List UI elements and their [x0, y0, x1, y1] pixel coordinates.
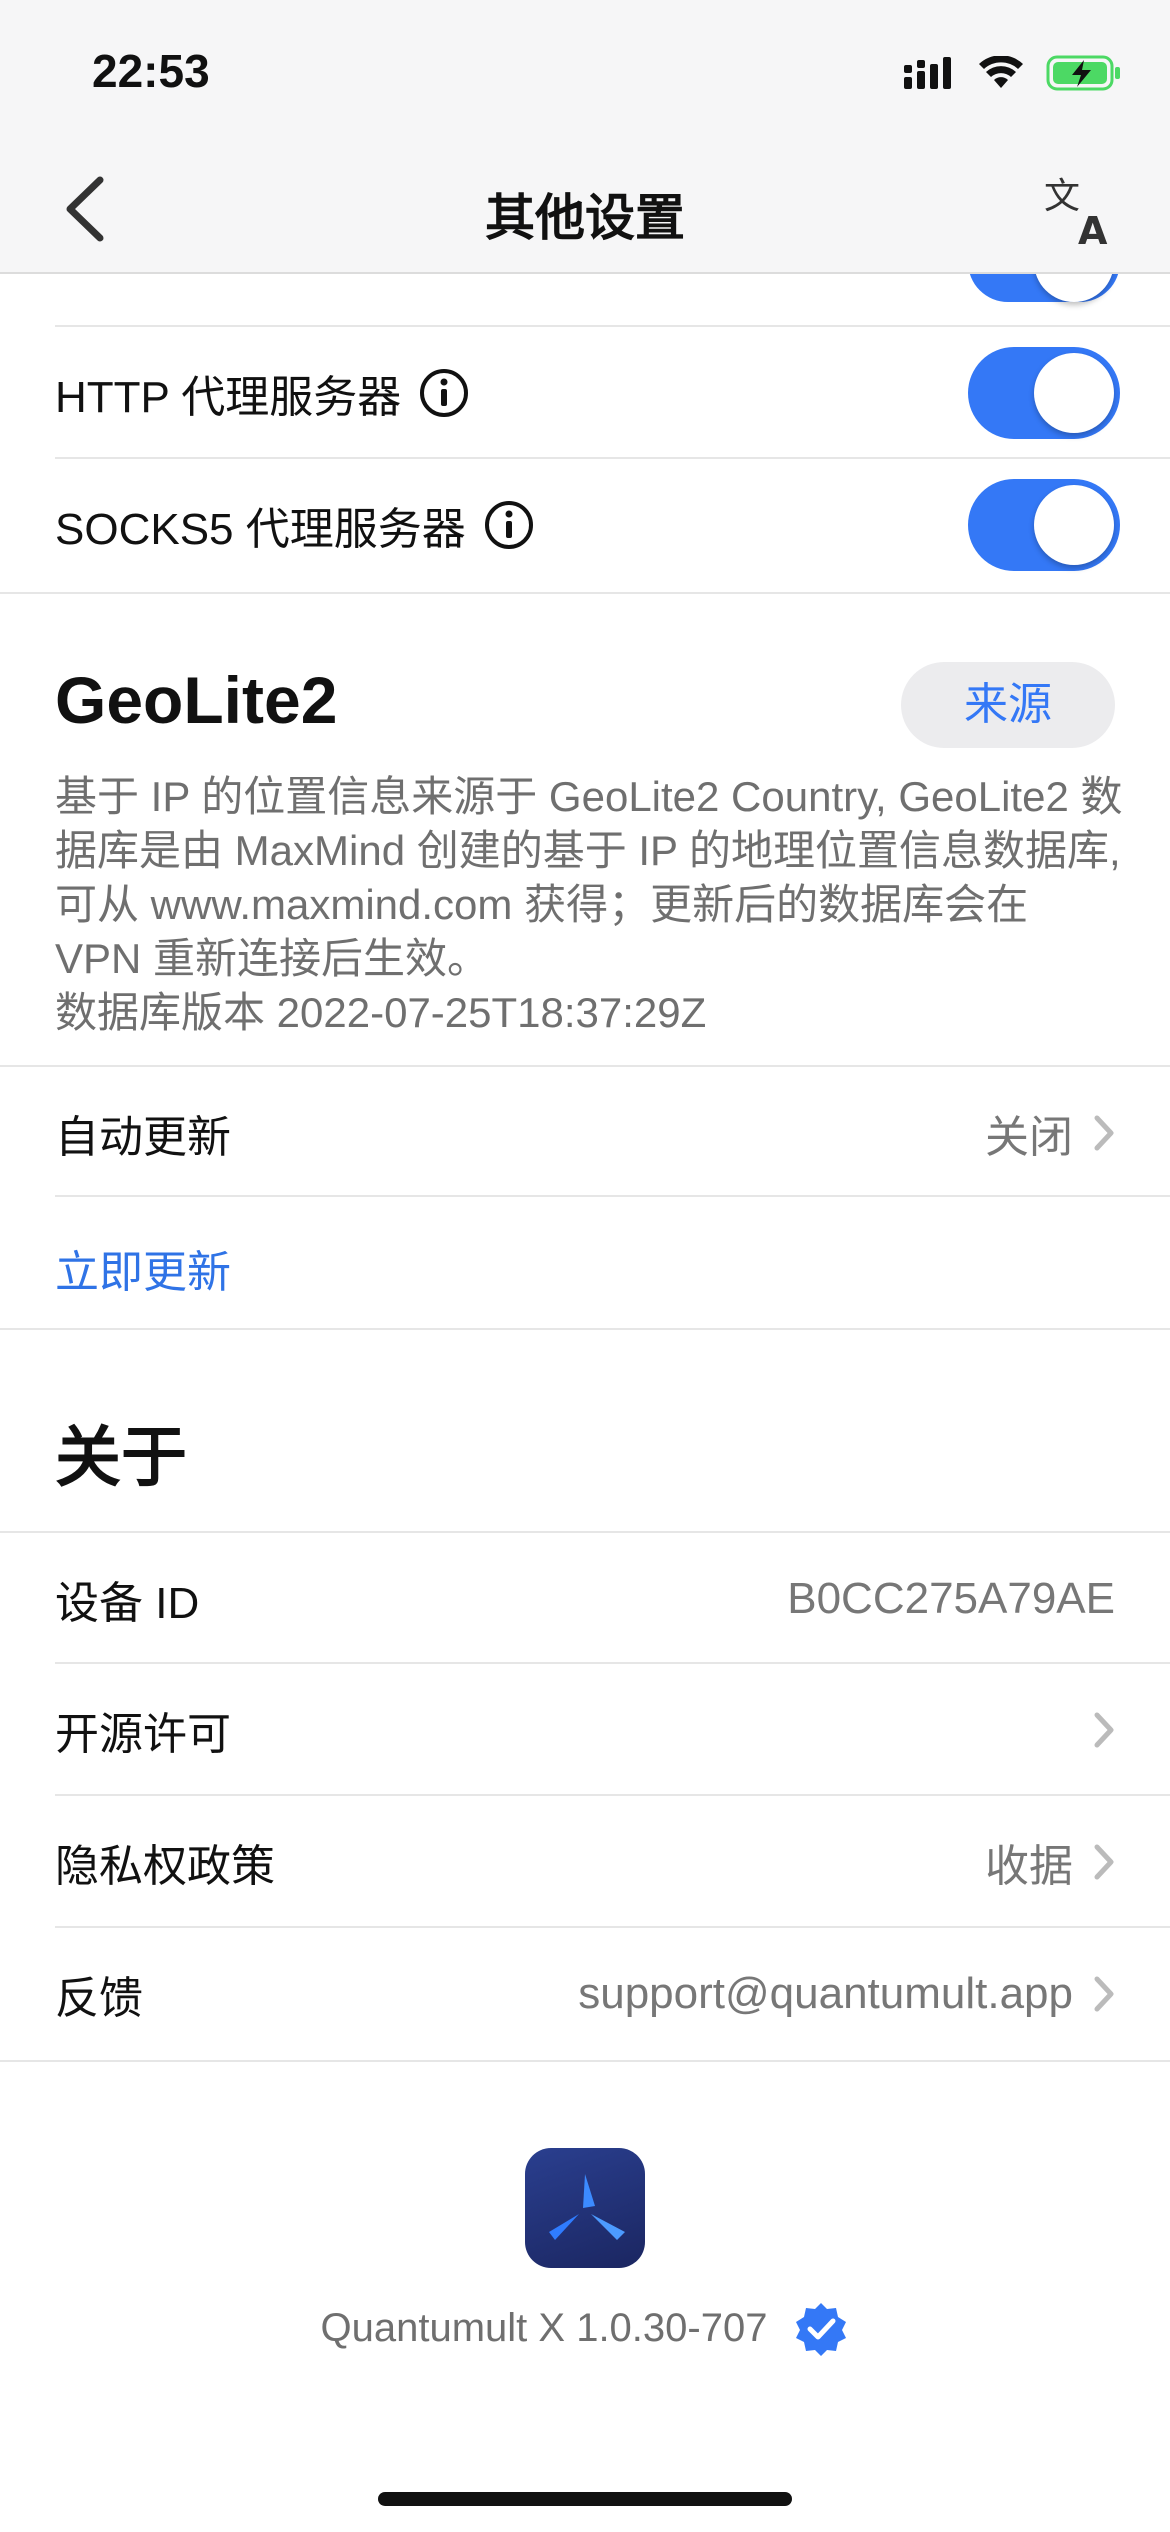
device-id-value: B0CC275A79AE: [787, 1574, 1115, 1623]
status-time: 22:53: [92, 45, 210, 97]
geolite-description: 基于 IP 的位置信息来源于 GeoLite2 Country, GeoLite…: [55, 770, 1125, 1040]
divider: [55, 1195, 1170, 1197]
http-proxy-label: HTTP 代理服务器: [55, 373, 402, 422]
geolite-title: GeoLite2: [55, 663, 338, 737]
page-title: 其他设置: [485, 190, 685, 246]
device-id-row: 设备 ID B0CC275A79AE: [0, 1534, 1170, 1664]
feedback-email: support@quantumult.app: [578, 1969, 1073, 2018]
open-source-row[interactable]: 开源许可: [0, 1665, 1170, 1795]
about-title: 关于: [55, 1420, 187, 1494]
geolite-description-text: 基于 IP 的位置信息来源于 GeoLite2 Country, GeoLite…: [55, 773, 1123, 982]
auto-update-value: 关闭: [985, 1113, 1073, 1162]
auto-update-row[interactable]: 自动更新 关闭: [0, 1068, 1170, 1198]
status-icons: [904, 50, 1122, 96]
feedback-label: 反馈: [55, 1974, 143, 2023]
section-divider: [0, 592, 1170, 594]
translate-icon[interactable]: 文 A: [1042, 172, 1120, 250]
chevron-right-icon: [1094, 1712, 1114, 1748]
privacy-policy-value: 收据: [985, 1842, 1073, 1891]
divider: [55, 1794, 1170, 1796]
quantumult-logo-icon: [549, 2174, 625, 2240]
divider: [0, 1531, 1170, 1533]
navigation-bar: 其他设置 文 A: [0, 150, 1170, 274]
status-bar: 22:53: [0, 0, 1170, 150]
section-divider: [0, 2060, 1170, 2062]
chevron-right-icon: [1094, 1844, 1114, 1880]
svg-text:A: A: [1078, 209, 1108, 250]
privacy-policy-row[interactable]: 隐私权政策 收据: [0, 1797, 1170, 1927]
info-icon[interactable]: [419, 368, 469, 418]
divider: [55, 1926, 1170, 1928]
battery-charging-icon: [1046, 55, 1120, 91]
app-logo: [525, 2148, 645, 2268]
socks5-proxy-toggle[interactable]: [968, 479, 1120, 571]
auto-update-label: 自动更新: [55, 1113, 231, 1162]
divider: [55, 1662, 1170, 1664]
divider: [0, 1065, 1170, 1067]
http-proxy-toggle[interactable]: [968, 347, 1120, 439]
divider: [55, 325, 1170, 327]
geolite-db-version: 数据库版本 2022-07-25T18:37:29Z: [55, 989, 707, 1036]
signal-icon: [904, 57, 951, 89]
home-indicator[interactable]: [378, 2492, 792, 2506]
update-now-link[interactable]: 立即更新: [55, 1236, 231, 1300]
app-version: Quantumult X 1.0.30-707: [320, 2305, 768, 2350]
privacy-policy-label: 隐私权政策: [55, 1842, 275, 1891]
socks5-proxy-label: SOCKS5 代理服务器: [55, 505, 466, 554]
info-icon[interactable]: [484, 500, 534, 550]
wifi-icon: [979, 56, 1023, 88]
chevron-right-icon: [1094, 1115, 1114, 1151]
section-divider: [0, 1328, 1170, 1330]
open-source-label: 开源许可: [55, 1710, 231, 1759]
verified-badge-icon: [796, 2303, 847, 2356]
source-button[interactable]: 来源: [901, 662, 1115, 748]
svg-text:文: 文: [1044, 176, 1080, 217]
feedback-row[interactable]: 反馈 support@quantumult.app: [0, 1929, 1170, 2059]
divider: [55, 457, 1170, 459]
version-line: Quantumult X 1.0.30-707: [0, 2300, 1170, 2356]
device-id-label: 设备 ID: [55, 1579, 200, 1628]
chevron-right-icon: [1094, 1976, 1114, 2012]
